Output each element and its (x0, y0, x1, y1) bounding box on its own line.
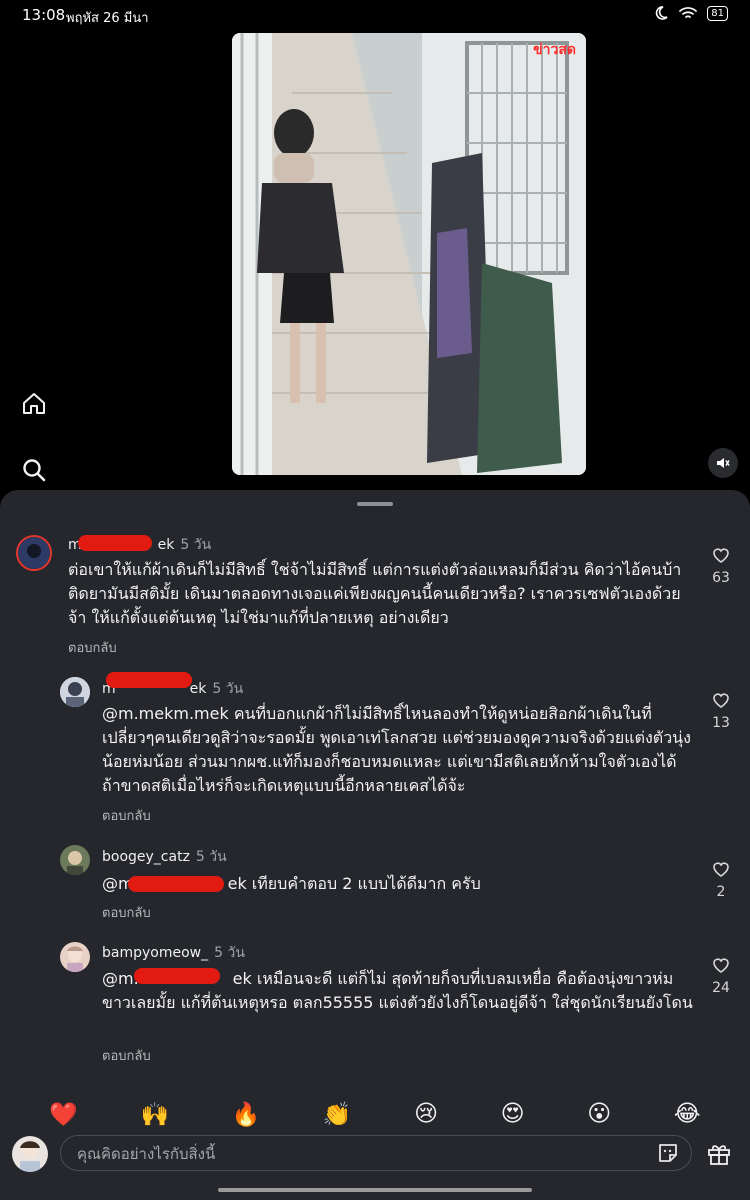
status-bar: 13:08 พฤหัส 26 มีนา 81 (0, 0, 750, 32)
status-time: 13:08 (22, 6, 66, 24)
username: boogey_catz (102, 849, 190, 865)
heart-outline-icon (713, 958, 729, 973)
username-end: ek (189, 681, 207, 697)
redaction-mark (128, 876, 224, 892)
reaction-emoji[interactable]: 🔥 (232, 1101, 261, 1128)
reaction-emoji[interactable]: 👏 (323, 1101, 352, 1128)
avatar-image (18, 537, 50, 569)
status-icons: 81 (653, 5, 728, 21)
reaction-emoji[interactable]: 😍 (501, 1101, 525, 1127)
news-watermark: ข่าวสด (533, 42, 576, 58)
avatar[interactable] (60, 845, 90, 875)
heart-outline-icon (713, 693, 729, 708)
moon-icon (656, 6, 668, 20)
comment-time: 5 วัน (212, 681, 244, 697)
username: bampyomeow_ (102, 945, 209, 961)
cctv-scene-image (232, 33, 586, 475)
avatar[interactable] (16, 535, 52, 571)
search-icon (23, 459, 46, 482)
comment-username[interactable]: boogey_catz 5 วัน (102, 846, 227, 868)
comment-composer[interactable] (60, 1135, 692, 1171)
mute-button[interactable] (708, 448, 738, 478)
battery-indicator: 81 (707, 5, 728, 21)
reaction-emoji[interactable]: 🙌 (140, 1101, 169, 1128)
redaction-mark (134, 968, 220, 984)
comment-text: ต่อเขาให้แก้ผ้าเดินก็ไม่มีสิทธิ์ ใช่จ้าไ… (68, 560, 682, 627)
like-button[interactable]: 13 (706, 691, 736, 731)
status-date: พฤหัส 26 มีนา (66, 11, 149, 26)
like-button[interactable]: 24 (706, 956, 736, 996)
search-button[interactable] (17, 453, 51, 487)
reaction-emoji[interactable]: 😮 (587, 1101, 611, 1127)
redaction-mark (78, 535, 152, 551)
reply-button[interactable]: ตอบกลับ (102, 805, 151, 826)
redaction-mark (106, 672, 192, 688)
home-button[interactable] (17, 387, 51, 421)
comment-time: 5 วัน (180, 537, 212, 553)
reply-button[interactable]: ตอบกลับ (102, 902, 151, 923)
like-count: 13 (712, 715, 730, 731)
comment-body: ek เทียบคำตอบ 2 แบบได้ดีมาก ครับ (227, 874, 481, 893)
home-icon (23, 393, 45, 414)
comment-time: 5 วัน (214, 945, 245, 961)
reaction-emoji[interactable]: 😢 (414, 1101, 438, 1127)
avatar-image (60, 845, 90, 875)
gift-icon (708, 1145, 730, 1165)
heart-outline-icon (713, 862, 729, 877)
home-indicator[interactable] (218, 1188, 532, 1192)
comment-input[interactable] (75, 1142, 639, 1166)
comment-username[interactable]: bampyomeow_ 5 วัน (102, 942, 245, 964)
heart-outline-icon (713, 548, 729, 563)
reaction-bar: ❤️ 🙌 🔥 👏 😢 😍 😮 😂 (0, 1094, 750, 1134)
avatar[interactable] (60, 942, 90, 972)
sticker-icon (659, 1144, 677, 1162)
comment-text: @m.mekm.mek คนที่บอกแกผ้าก็ไม่มีสิทธิ์ไห… (102, 704, 691, 795)
username-end: ek (157, 537, 175, 553)
like-button[interactable]: 2 (706, 860, 736, 900)
speaker-mute-icon (717, 458, 730, 468)
wifi-icon (679, 7, 698, 18)
like-count: 24 (712, 980, 730, 996)
reply-button[interactable]: ตอบกลับ (102, 1045, 151, 1066)
sheet-handle[interactable] (357, 502, 393, 506)
gift-button[interactable] (706, 1141, 732, 1171)
reply-button[interactable]: ตอบกลับ (68, 637, 117, 658)
avatar-image (12, 1136, 48, 1172)
like-count: 2 (716, 884, 726, 900)
avatar-image (60, 942, 90, 972)
mention-start[interactable]: @m. (102, 969, 139, 988)
like-count: 63 (712, 570, 730, 586)
reaction-emoji[interactable]: 😂 (674, 1101, 701, 1127)
reaction-emoji[interactable]: ❤️ (49, 1101, 78, 1128)
comment-time: 5 วัน (195, 849, 227, 865)
avatar-image (60, 677, 90, 707)
avatar[interactable] (60, 677, 90, 707)
sticker-button[interactable] (657, 1142, 679, 1168)
my-avatar[interactable] (12, 1136, 48, 1172)
reel-video[interactable]: ข่าวสด (232, 33, 586, 475)
like-button[interactable]: 63 (706, 546, 736, 586)
